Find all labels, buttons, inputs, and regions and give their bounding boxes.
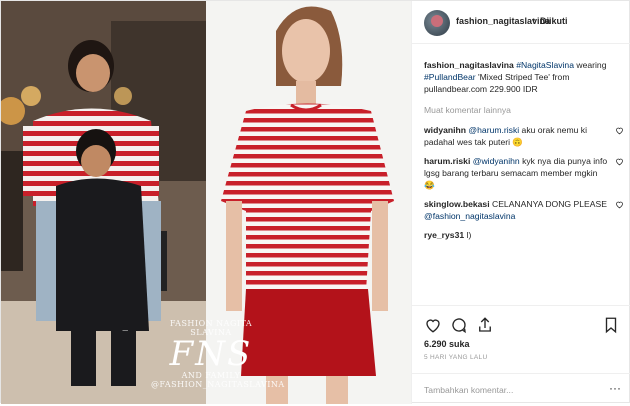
comment-item: skinglow.bekasi CELANANYA DONG PLEASE @f… [424, 198, 624, 222]
more-options-icon[interactable]: ··· [609, 381, 621, 395]
comment-like-icon[interactable] [615, 126, 624, 135]
comments-section: fashion_nagitaslavina #NagitaSlavina wea… [424, 59, 624, 248]
comment-mention[interactable]: @harum.riski [468, 125, 519, 135]
author-username[interactable]: fashion_nagitaslavina [456, 16, 550, 26]
comment-like-icon[interactable] [615, 200, 624, 209]
watermark-line3: @FASHION_NAGITASLAVINA [151, 380, 285, 389]
caption-hashtag-person[interactable]: #NagitaSlavina [516, 60, 574, 70]
action-bar: 6.290 suka 5 HARI YANG LALU Tambahkan ko… [412, 305, 630, 405]
add-comment-bar: Tambahkan komentar... ··· [412, 373, 630, 406]
comment-like-icon[interactable] [615, 157, 624, 166]
share-icon[interactable] [476, 316, 494, 334]
separator-dot: • [532, 15, 536, 25]
post-header: fashion_nagitaslavina • Diikuti [412, 1, 630, 44]
post-sidebar: fashion_nagitaslavina • Diikuti fashion_… [411, 1, 630, 404]
likes-count[interactable]: 6.290 suka [424, 339, 470, 349]
comment-item: harum.riski @widyanihn kyk nya dia punya… [424, 155, 624, 191]
profile-avatar[interactable] [424, 10, 450, 36]
follow-status-button[interactable]: Diikuti [540, 16, 568, 26]
heart-icon[interactable] [424, 316, 442, 334]
comment-item: widyanihn @harum.riski aku orak nemu ki … [424, 124, 624, 148]
comment-text: CELANANYA DONG PLEASE [489, 199, 607, 209]
comment-mention[interactable]: @fashion_nagitaslavina [424, 211, 515, 221]
post-media[interactable]: 5 [1, 1, 411, 404]
comment-username[interactable]: widyanihn [424, 125, 466, 135]
watermark-line1: FASHION NAGITA SLAVINA [169, 319, 253, 337]
watermark-logo: FNS [169, 334, 253, 374]
caption-text1: wearing [574, 60, 607, 70]
watermark-line2: AND FAMILY [181, 371, 241, 380]
caption: fashion_nagitaslavina #NagitaSlavina wea… [424, 59, 624, 95]
comment-mention[interactable]: @widyanihn [473, 156, 520, 166]
load-more-comments[interactable]: Muat komentar lainnya [424, 104, 624, 116]
comment-username[interactable]: rye_rys31 [424, 230, 464, 240]
instagram-post: 5 [0, 0, 630, 404]
post-timestamp: 5 HARI YANG LALU [424, 354, 488, 361]
bookmark-icon[interactable] [602, 316, 620, 334]
comment-username[interactable]: skinglow.bekasi [424, 199, 490, 209]
caption-username[interactable]: fashion_nagitaslavina [424, 60, 514, 70]
watermark: FASHION NAGITA SLAVINA FNS AND FAMILY @F… [151, 319, 285, 389]
comment-username[interactable]: harum.riski [424, 156, 470, 166]
comment-item: rye_rys31 l) [424, 229, 624, 241]
comment-text: l) [464, 230, 472, 240]
add-comment-input[interactable]: Tambahkan komentar... [424, 385, 513, 395]
caption-hashtag-brand[interactable]: #PullandBear [424, 72, 476, 82]
comment-icon[interactable] [450, 316, 468, 334]
